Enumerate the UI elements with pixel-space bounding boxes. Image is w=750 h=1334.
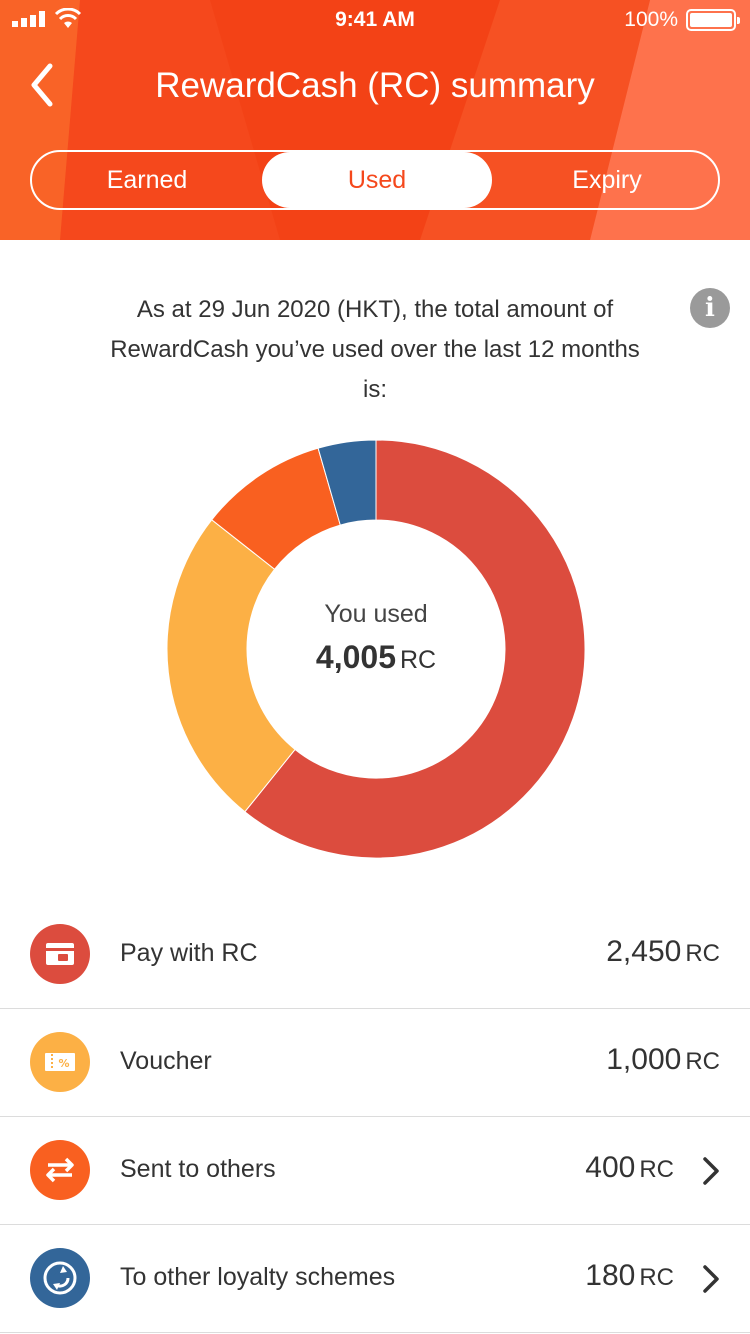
page-title: RewardCash (RC) summary — [155, 66, 595, 105]
item-amount-unit: RC — [639, 1156, 674, 1183]
tab-used[interactable]: Used — [262, 152, 492, 208]
donut-center: You used 4,005 RC — [166, 600, 586, 676]
total-used-unit: RC — [399, 646, 437, 674]
item-label: Sent to others — [120, 1155, 276, 1183]
summary-line-1: As at 29 Jun 2020 (HKT), the total amoun… — [136, 296, 614, 323]
summary-text: As at 29 Jun 2020 (HKT), the total amoun… — [40, 290, 710, 410]
item-amount-unit: RC — [639, 1264, 674, 1291]
transfer-icon — [30, 1140, 90, 1200]
item-amount: 180 RC — [585, 1259, 674, 1293]
item-amount-value: 400 — [585, 1151, 636, 1184]
tab-expiry[interactable]: Expiry — [492, 152, 722, 208]
item-amount-value: 180 — [585, 1259, 636, 1292]
donut-center-value: 4,005 RC — [166, 639, 586, 676]
donut-center-label: You used — [324, 600, 428, 628]
chevron-right-icon[interactable] — [700, 1263, 722, 1295]
item-label: To other loyalty schemes — [120, 1263, 396, 1291]
usage-list: Pay with RC 2,450RC % Voucher 1,000RC — [0, 901, 750, 1333]
tab-bar: Earned Used Expiry — [30, 150, 720, 210]
list-item-voucher[interactable]: % Voucher 1,000 RC — [0, 1009, 750, 1117]
summary-line-2: RewardCash you’ve used over the last 12 … — [110, 336, 640, 363]
item-amount-unit: RC — [685, 940, 720, 967]
total-used-value: 4,005 — [315, 639, 396, 675]
battery-percentage: 100% — [624, 8, 678, 31]
wallet-icon — [30, 924, 90, 984]
item-amount: 1,000 RC — [606, 1043, 720, 1077]
item-amount-value: 1,000 — [606, 1043, 682, 1076]
item-label: Pay with RC — [120, 939, 258, 967]
tab-earned[interactable]: Earned — [32, 152, 262, 208]
exchange-icon — [30, 1248, 90, 1308]
item-amount-unit: RC — [685, 1048, 720, 1075]
item-amount-value: 2,450 — [606, 935, 682, 968]
info-icon[interactable]: i — [690, 288, 730, 328]
list-item-sent-to-others[interactable]: Sent to others 400 RC — [0, 1117, 750, 1225]
voucher-icon: % — [30, 1032, 90, 1092]
chevron-right-icon[interactable] — [700, 1155, 722, 1187]
item-amount: 2,450 RC — [606, 935, 720, 969]
svg-text:%: % — [58, 1057, 69, 1070]
status-bar: 9:41 AM 100% — [0, 0, 750, 40]
item-amount: 400 RC — [585, 1151, 674, 1185]
battery-icon — [686, 9, 740, 31]
summary-line-3: is: — [363, 376, 387, 403]
list-item-pay-with-rc[interactable]: Pay with RC 2,450 RC — [0, 901, 750, 1009]
list-item-other-loyalty-schemes[interactable]: To other loyalty schemes 180 RC — [0, 1225, 750, 1333]
header: 9:41 AM 100% RewardCash (RC) summary Ear… — [0, 0, 750, 240]
item-label: Voucher — [120, 1047, 212, 1075]
